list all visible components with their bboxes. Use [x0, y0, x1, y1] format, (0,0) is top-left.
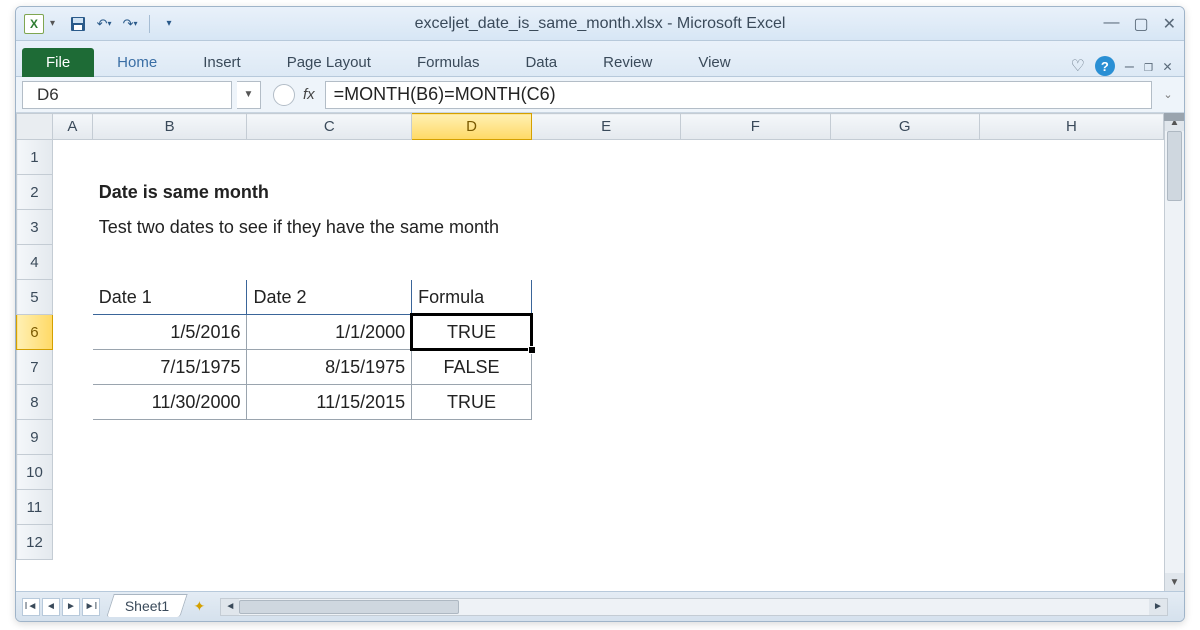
- row-header-7[interactable]: 7: [17, 350, 53, 385]
- col-header-h[interactable]: H: [979, 114, 1163, 140]
- cell-c6[interactable]: 1/1/2000: [247, 315, 412, 350]
- tab-view[interactable]: View: [675, 47, 753, 77]
- formula-input[interactable]: =MONTH(B6)=MONTH(C6): [325, 81, 1152, 109]
- excel-icon: X: [24, 14, 44, 34]
- subheading-text: Test two dates to see if they have the s…: [92, 210, 1163, 245]
- fill-handle[interactable]: [528, 346, 536, 354]
- vscroll-thumb[interactable]: [1167, 131, 1182, 201]
- cell-d6-value: TRUE: [447, 322, 496, 342]
- insert-function-button[interactable]: fx: [303, 86, 315, 103]
- hscroll-thumb[interactable]: [239, 600, 459, 614]
- th-date1[interactable]: Date 1: [92, 280, 247, 315]
- row-header-5[interactable]: 5: [17, 280, 53, 315]
- cancel-formula-icon[interactable]: [273, 84, 295, 106]
- col-header-b[interactable]: B: [92, 114, 247, 140]
- row-header-1[interactable]: 1: [17, 140, 53, 175]
- workbook-close-icon[interactable]: ✕: [1163, 57, 1172, 75]
- sheet-nav-first-icon[interactable]: I◄: [22, 598, 40, 616]
- status-bar: I◄ ◄ ► ►I Sheet1 ✦ ◄ ►: [16, 591, 1184, 621]
- row-header-12[interactable]: 12: [17, 525, 53, 560]
- row-header-8[interactable]: 8: [17, 385, 53, 420]
- qat-customize-icon[interactable]: ▾: [158, 13, 180, 35]
- col-header-d[interactable]: D: [412, 114, 532, 140]
- th-date2[interactable]: Date 2: [247, 280, 412, 315]
- excel-window: X ▾ ↶▾ ↷▾ ▾ exceljet_date_is_same_month.…: [15, 6, 1185, 622]
- maximize-button[interactable]: ▢: [1133, 14, 1148, 34]
- tab-formulas[interactable]: Formulas: [394, 47, 503, 77]
- title-bar: X ▾ ↶▾ ↷▾ ▾ exceljet_date_is_same_month.…: [16, 7, 1184, 41]
- worksheet-area: A B C D E F G H 1 2 Date is same month 3: [16, 113, 1184, 591]
- row-header-3[interactable]: 3: [17, 210, 53, 245]
- sheet-tab-sheet1[interactable]: Sheet1: [106, 594, 188, 617]
- minimize-ribbon-icon[interactable]: ♡: [1071, 56, 1085, 76]
- col-header-f[interactable]: F: [681, 114, 830, 140]
- new-sheet-button[interactable]: ✦: [188, 597, 210, 617]
- close-button[interactable]: ✕: [1163, 14, 1176, 34]
- row-header-11[interactable]: 11: [17, 490, 53, 525]
- ribbon: File Home Insert Page Layout Formulas Da…: [16, 41, 1184, 77]
- window-title: exceljet_date_is_same_month.xlsx - Micro…: [16, 15, 1184, 33]
- row-header-6[interactable]: 6: [17, 315, 53, 350]
- sheet-nav-prev-icon[interactable]: ◄: [42, 598, 60, 616]
- th-formula[interactable]: Formula: [412, 280, 532, 315]
- file-tab[interactable]: File: [22, 48, 94, 77]
- cell-b8[interactable]: 11/30/2000: [92, 385, 247, 420]
- app-menu-icon[interactable]: ▾: [50, 18, 55, 29]
- workbook-restore-icon[interactable]: ❐: [1144, 57, 1153, 75]
- redo-button[interactable]: ↷▾: [119, 13, 141, 35]
- tab-data[interactable]: Data: [502, 47, 580, 77]
- select-all-corner[interactable]: [17, 114, 53, 140]
- expand-formula-bar-icon[interactable]: ⌄: [1158, 88, 1178, 101]
- sheet-nav: I◄ ◄ ► ►I: [22, 598, 100, 616]
- cell-b7[interactable]: 7/15/1975: [92, 350, 247, 385]
- help-icon[interactable]: ?: [1095, 56, 1115, 76]
- tab-home[interactable]: Home: [94, 47, 180, 77]
- row-header-4[interactable]: 4: [17, 245, 53, 280]
- scroll-down-icon[interactable]: ▼: [1165, 573, 1184, 591]
- row-header-10[interactable]: 10: [17, 455, 53, 490]
- cell-b6[interactable]: 1/5/2016: [92, 315, 247, 350]
- sheet-nav-next-icon[interactable]: ►: [62, 598, 80, 616]
- formula-bar: D6 ▼ fx =MONTH(B6)=MONTH(C6) ⌄: [16, 77, 1184, 113]
- row-header-2[interactable]: 2: [17, 175, 53, 210]
- cell-d7[interactable]: FALSE: [412, 350, 532, 385]
- cell-c8[interactable]: 11/15/2015: [247, 385, 412, 420]
- name-box[interactable]: D6: [22, 81, 232, 109]
- grid[interactable]: A B C D E F G H 1 2 Date is same month 3: [16, 113, 1164, 560]
- undo-button[interactable]: ↶▾: [93, 13, 115, 35]
- col-header-c[interactable]: C: [247, 114, 412, 140]
- minimize-button[interactable]: ―: [1103, 14, 1119, 34]
- scroll-left-icon[interactable]: ◄: [221, 599, 239, 615]
- vertical-scrollbar[interactable]: ▲ ▼: [1164, 113, 1184, 591]
- split-handle[interactable]: [1164, 113, 1184, 121]
- tab-page-layout[interactable]: Page Layout: [264, 47, 394, 77]
- horizontal-scrollbar[interactable]: ◄ ►: [220, 598, 1168, 616]
- tab-review[interactable]: Review: [580, 47, 675, 77]
- col-header-a[interactable]: A: [52, 114, 92, 140]
- col-header-g[interactable]: G: [830, 114, 979, 140]
- row-header-9[interactable]: 9: [17, 420, 53, 455]
- heading-text: Date is same month: [92, 175, 1163, 210]
- cell-c7[interactable]: 8/15/1975: [247, 350, 412, 385]
- tab-insert[interactable]: Insert: [180, 47, 264, 77]
- col-header-e[interactable]: E: [531, 114, 680, 140]
- save-button[interactable]: [67, 13, 89, 35]
- cell-d6-active[interactable]: TRUE: [412, 315, 532, 350]
- cell-d8[interactable]: TRUE: [412, 385, 532, 420]
- workbook-minimize-icon[interactable]: ―: [1125, 57, 1134, 75]
- scroll-right-icon[interactable]: ►: [1149, 599, 1167, 615]
- name-box-dropdown-icon[interactable]: ▼: [237, 81, 261, 109]
- sheet-nav-last-icon[interactable]: ►I: [82, 598, 100, 616]
